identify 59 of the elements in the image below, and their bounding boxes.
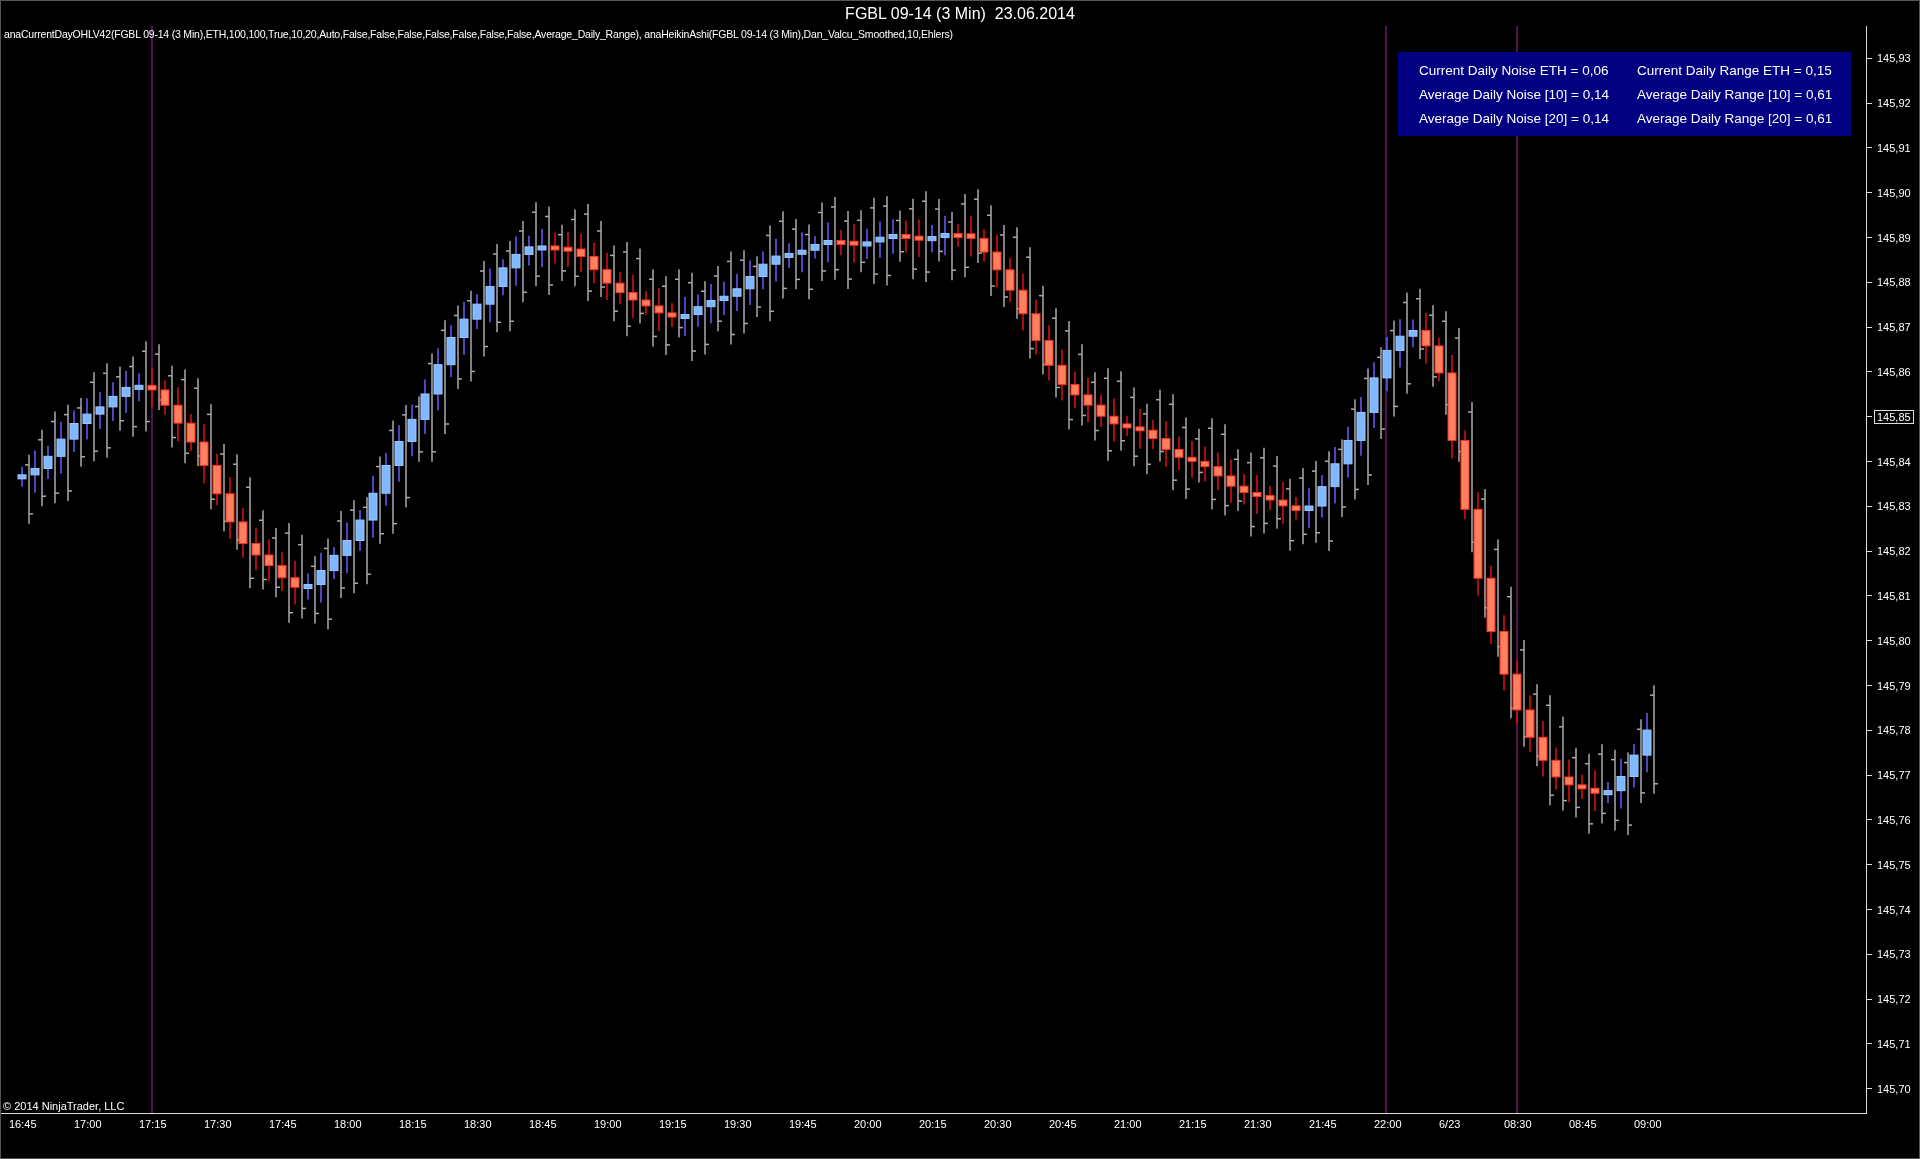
price-tick-label: 145,74	[1876, 902, 1912, 917]
price-tick-label: 145,78	[1876, 723, 1912, 738]
price-tick-label: 145,72	[1876, 992, 1912, 1007]
time-tick-label: 19:00	[594, 1118, 623, 1130]
noise-stat-text: Average Daily Range [10] = 0,61	[1637, 87, 1834, 104]
price-tick-label: 145,86	[1876, 364, 1912, 379]
time-tick-label: 20:45	[1049, 1118, 1078, 1130]
time-tick-label: 6/23	[1439, 1118, 1462, 1130]
price-tick-label: 145,92	[1876, 96, 1912, 111]
price-tick-label: 145,83	[1876, 499, 1912, 514]
price-tick-label: 145,73	[1876, 947, 1912, 962]
price-tick-label: 145,80	[1876, 633, 1912, 648]
time-tick-label: 17:30	[204, 1118, 233, 1130]
noise-stat-text: Average Daily Range [20] = 0,61	[1637, 111, 1834, 128]
time-tick-label: 08:30	[1504, 1118, 1533, 1130]
time-tick-label: 17:15	[139, 1118, 168, 1130]
time-tick-label: 09:00	[1634, 1118, 1663, 1130]
time-tick-label: 20:15	[919, 1118, 948, 1130]
time-tick-label: 08:45	[1569, 1118, 1598, 1130]
price-tick-label: 145,75	[1876, 857, 1912, 872]
price-tick-label: 145,82	[1876, 544, 1912, 559]
time-tick-label: 18:45	[529, 1118, 558, 1130]
price-tick-label: 145,79	[1876, 678, 1912, 693]
time-tick-label: 19:30	[724, 1118, 753, 1130]
price-tick-label: 145,89	[1876, 230, 1912, 245]
price-tick-label: 145,81	[1876, 588, 1912, 603]
copyright-text: © 2014 NinjaTrader, LLC	[3, 1100, 125, 1112]
time-tick-label: 20:00	[854, 1118, 883, 1130]
time-tick-label: 21:15	[1179, 1118, 1208, 1130]
price-tick-label: 145,77	[1876, 768, 1912, 783]
time-tick-label: 17:45	[269, 1118, 298, 1130]
noise-stat-text: Average Daily Noise [20] = 0,14	[1419, 111, 1610, 128]
time-tick-label: 21:30	[1244, 1118, 1273, 1130]
time-tick-label: 16:45	[9, 1118, 38, 1130]
indicator-label: anaCurrentDayOHLV42(FGBL 09-14 (3 Min),ETH,100,100,True,10,20,Auto,False,False,False,False,False,False,False,Average_Daily_Range), anaHeikinAshi(FGBL 09-14 (3 Min),Dan_Valcu_Smoothed,10,Ehlers)	[4, 28, 953, 40]
price-tick-label: 145,70	[1876, 1081, 1912, 1096]
price-tick-label: 145,88	[1876, 275, 1912, 290]
window-title: FGBL 09-14 (3 Min) 23.06.2014	[844, 3, 1076, 24]
time-tick-label: 17:00	[74, 1118, 103, 1130]
current-price-label: 145,85	[1874, 409, 1914, 424]
price-tick-label: 145,76	[1876, 812, 1912, 827]
time-tick-label: 19:45	[789, 1118, 818, 1130]
price-tick-label: 145,71	[1876, 1036, 1912, 1051]
time-tick-label: 18:00	[334, 1118, 363, 1130]
price-tick-label: 145,91	[1876, 141, 1912, 155]
time-tick-label: 21:45	[1309, 1118, 1338, 1130]
price-tick-label: 145,93	[1876, 51, 1912, 66]
noise-stat-text: Average Daily Noise [10] = 0,14	[1419, 87, 1610, 104]
time-tick-label: 18:30	[464, 1118, 493, 1130]
noise-stat-text: Current Daily Range ETH = 0,15	[1637, 63, 1833, 80]
time-tick-label: 18:15	[399, 1118, 428, 1130]
price-tick-label: 145,84	[1876, 454, 1912, 469]
price-tick-label: 145,87	[1876, 320, 1912, 335]
time-tick-label: 22:00	[1374, 1118, 1403, 1130]
time-tick-label: 20:30	[984, 1118, 1013, 1130]
price-tick-label: 145,90	[1876, 185, 1912, 200]
time-tick-label: 19:15	[659, 1118, 688, 1130]
time-tick-label: 21:00	[1114, 1118, 1143, 1130]
noise-stat-text: Current Daily Noise ETH = 0,06	[1419, 63, 1610, 80]
